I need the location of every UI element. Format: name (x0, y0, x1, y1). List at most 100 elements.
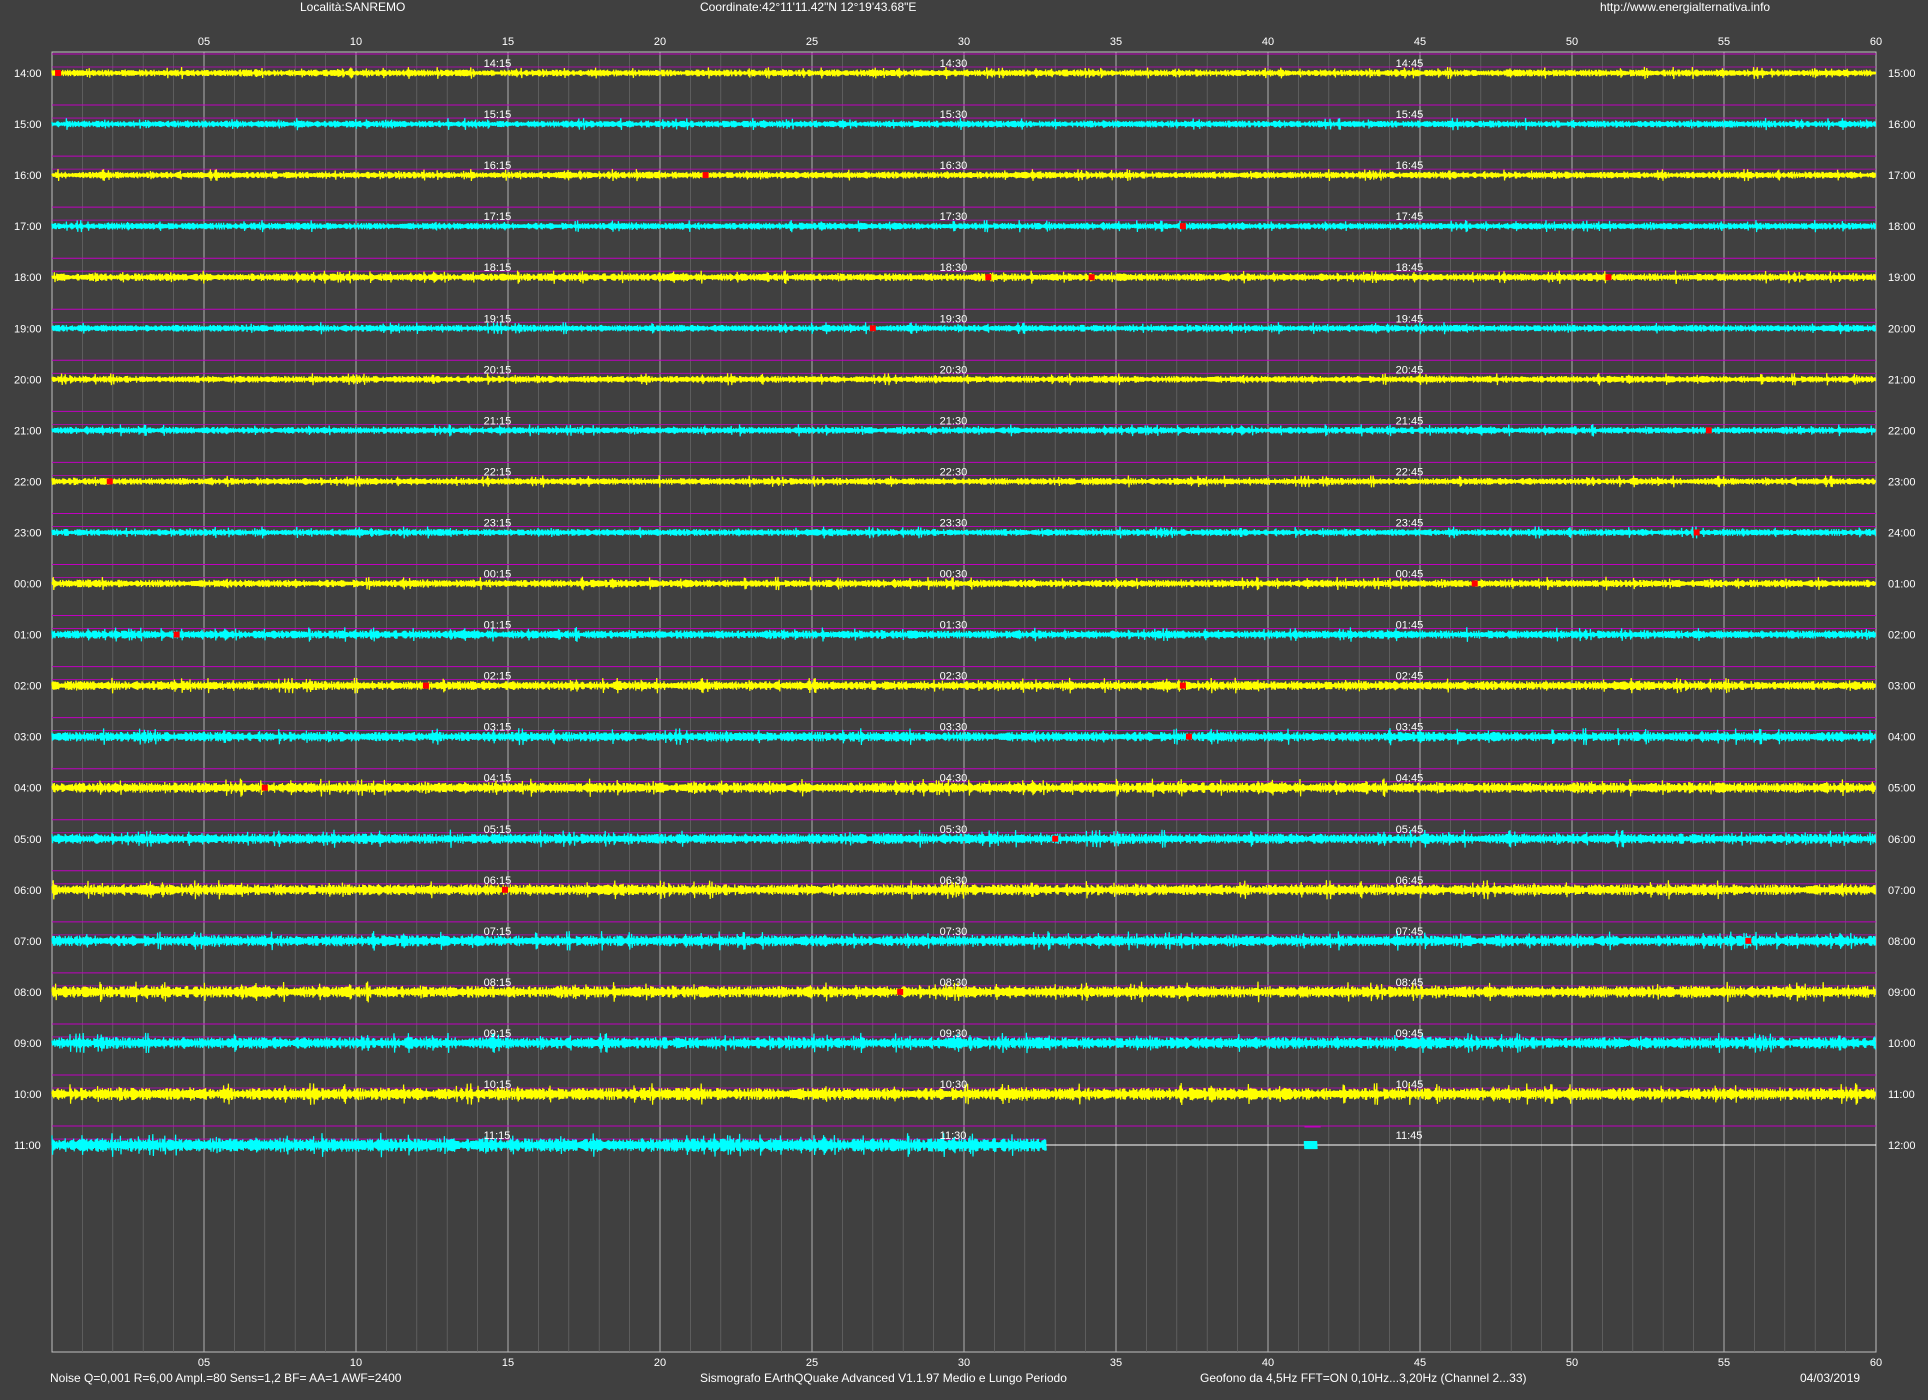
quarter-label: 05:30 (940, 824, 968, 836)
x-tick-label-bottom: 50 (1566, 1357, 1578, 1369)
quarter-label: 08:30 (940, 977, 968, 989)
row-start-label: 23:00 (14, 527, 42, 539)
quarter-label: 09:15 (484, 1028, 512, 1040)
quarter-label: 04:15 (484, 773, 512, 785)
row-end-label: 21:00 (1888, 374, 1916, 386)
row-end-label: 10:00 (1888, 1038, 1916, 1050)
row-end-label: 18:00 (1888, 221, 1916, 233)
quarter-label: 11:30 (940, 1130, 967, 1142)
quarter-label: 21:15 (484, 415, 512, 427)
row-start-label: 04:00 (14, 783, 42, 795)
quarter-label: 16:45 (1396, 160, 1424, 172)
x-tick-label-bottom: 60 (1870, 1357, 1882, 1369)
x-tick-label-bottom: 20 (654, 1357, 666, 1369)
quarter-label: 02:30 (940, 671, 968, 683)
row-start-label: 14:00 (14, 68, 42, 80)
row-start-label: 22:00 (14, 476, 42, 488)
row-start-label: 18:00 (14, 272, 42, 284)
quarter-label: 15:30 (940, 109, 968, 121)
event-marker (501, 886, 508, 893)
quarter-label: 10:45 (1396, 1079, 1424, 1091)
event-marker (1185, 733, 1192, 740)
row-start-label: 09:00 (14, 1038, 42, 1050)
row-start-label: 07:00 (14, 936, 42, 948)
quarter-label: 03:15 (484, 722, 512, 734)
date-label: 04/03/2019 (1800, 1371, 1861, 1385)
quarter-label: 05:15 (484, 824, 512, 836)
quarter-label: 21:30 (940, 415, 968, 427)
row-end-label: 22:00 (1888, 425, 1916, 437)
quarter-label: 23:30 (940, 517, 968, 529)
event-marker (1693, 529, 1700, 536)
quarter-label: 02:45 (1396, 671, 1424, 683)
event-marker (422, 682, 429, 689)
event-marker (173, 631, 180, 638)
row-end-label: 20:00 (1888, 323, 1916, 335)
event-marker (261, 784, 268, 791)
row-end-label: 15:00 (1888, 68, 1916, 80)
row-start-label: 20:00 (14, 374, 42, 386)
quarter-label: 09:30 (940, 1028, 968, 1040)
quarter-label: 01:30 (940, 620, 968, 632)
quarter-label: 10:15 (484, 1079, 512, 1091)
x-tick-label-bottom: 25 (806, 1357, 818, 1369)
x-tick-label-bottom: 10 (350, 1357, 362, 1369)
event-marker (1179, 682, 1186, 689)
event-marker (869, 325, 876, 332)
row-end-label: 12:00 (1888, 1140, 1916, 1152)
x-tick-label-top: 50 (1566, 36, 1578, 48)
quarter-label: 08:45 (1396, 977, 1424, 989)
row-start-label: 10:00 (14, 1089, 42, 1101)
x-tick-label-top: 30 (958, 36, 970, 48)
row-start-label: 17:00 (14, 221, 42, 233)
row-end-label: 07:00 (1888, 885, 1916, 897)
row-end-label: 11:00 (1888, 1089, 1915, 1101)
quarter-label: 07:45 (1396, 926, 1424, 938)
quarter-label: 10:30 (940, 1079, 968, 1091)
quarter-label: 18:15 (484, 262, 512, 274)
quarter-label: 14:30 (940, 58, 968, 70)
x-tick-label-top: 40 (1262, 36, 1274, 48)
quarter-label: 16:15 (484, 160, 512, 172)
event-marker (897, 988, 904, 995)
row-end-label: 23:00 (1888, 476, 1916, 488)
x-tick-label-bottom: 30 (958, 1357, 970, 1369)
event-marker (106, 478, 113, 485)
quarter-label: 01:45 (1396, 620, 1424, 632)
quarter-label: 00:45 (1396, 569, 1424, 581)
quarter-label: 03:45 (1396, 722, 1424, 734)
quarter-label: 14:45 (1396, 58, 1424, 70)
row-start-label: 06:00 (14, 885, 42, 897)
quarter-label: 21:45 (1396, 415, 1424, 427)
x-tick-label-bottom: 35 (1110, 1357, 1122, 1369)
row-end-label: 01:00 (1888, 579, 1916, 591)
quarter-label: 07:15 (484, 926, 512, 938)
quarter-label: 16:30 (940, 160, 968, 172)
event-marker (1088, 274, 1095, 281)
quarter-label: 09:45 (1396, 1028, 1424, 1040)
row-start-label: 15:00 (14, 119, 42, 131)
row-end-label: 03:00 (1888, 681, 1916, 693)
row-end-label: 06:00 (1888, 834, 1916, 846)
row-start-label: 00:00 (14, 579, 42, 591)
quarter-label: 22:15 (484, 466, 512, 478)
row-end-label: 02:00 (1888, 630, 1916, 642)
event-marker (1052, 835, 1059, 842)
quarter-label: 01:15 (484, 620, 512, 632)
quarter-label: 17:15 (484, 211, 512, 223)
quarter-label: 04:30 (940, 773, 968, 785)
quarter-label: 15:15 (484, 109, 512, 121)
row-end-label: 19:00 (1888, 272, 1916, 284)
x-tick-label-bottom: 55 (1718, 1357, 1730, 1369)
x-tick-label-top: 05 (198, 36, 210, 48)
row-start-label: 01:00 (14, 630, 42, 642)
x-tick-label-top: 55 (1718, 36, 1730, 48)
row-start-label: 02:00 (14, 681, 42, 693)
x-tick-label-top: 15 (502, 36, 514, 48)
row-start-label: 21:00 (14, 425, 42, 437)
row-start-label: 03:00 (14, 732, 42, 744)
row-end-label: 05:00 (1888, 783, 1916, 795)
quarter-label: 18:30 (940, 262, 968, 274)
quarter-label: 23:45 (1396, 517, 1424, 529)
row-end-label: 04:00 (1888, 732, 1916, 744)
